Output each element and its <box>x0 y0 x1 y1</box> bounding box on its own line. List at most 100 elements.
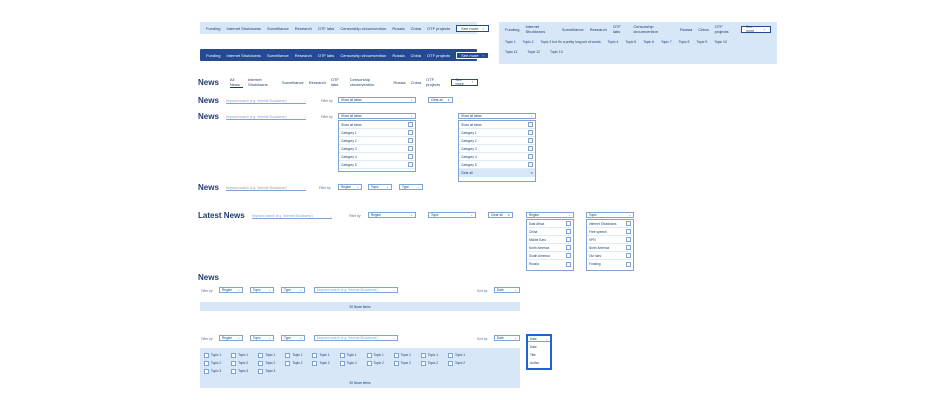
topic-checkbox[interactable]: Topic 1 <box>339 352 357 358</box>
topic-checkbox[interactable]: Topic 1 <box>258 352 275 358</box>
topic-checkbox[interactable]: Topic 2 <box>339 360 357 366</box>
clear-all-button[interactable]: Clear all ✕ <box>459 169 535 177</box>
topic-checkbox[interactable]: Topic 2 <box>204 360 221 366</box>
checkbox[interactable] <box>408 162 413 167</box>
nav-item[interactable]: OTF projects <box>427 26 450 31</box>
dropdown-option[interactable]: Category 3 <box>459 145 535 153</box>
region-select[interactable]: Region ⌄ <box>368 212 416 218</box>
nav-item[interactable]: Surveillance <box>562 27 584 32</box>
sort-select[interactable]: Date ⌄ <box>494 287 520 293</box>
checkbox[interactable] <box>204 368 209 374</box>
see-more-button[interactable]: See more › <box>450 78 478 86</box>
nav-item[interactable]: Funding <box>206 26 220 31</box>
dropdown-option[interactable]: Category 5 <box>339 161 415 169</box>
dropdown-option[interactable]: Show all ideas <box>339 121 415 129</box>
topic-item[interactable]: Topic 10 <box>714 40 727 44</box>
dropdown-option[interactable]: Category 1 <box>459 129 535 137</box>
topic-select-open[interactable]: Topic ⌄ <box>586 212 634 218</box>
nav-item[interactable]: OTF labs <box>318 53 334 58</box>
nav-item[interactable]: Research <box>309 80 326 85</box>
checkbox[interactable] <box>626 245 631 250</box>
dropdown-option[interactable]: Category 2 <box>339 137 415 145</box>
dropdown-option[interactable]: Russia <box>527 260 573 268</box>
checkbox[interactable] <box>231 368 237 374</box>
checkbox[interactable] <box>566 221 571 226</box>
nav-item[interactable]: Internet Shutdowns <box>226 26 260 31</box>
topic-item[interactable]: Topic 3 but it's a pretty long set of wo… <box>541 40 601 44</box>
sort-option[interactable]: Title <box>530 351 548 359</box>
dropdown-option[interactable]: Category 4 <box>339 153 415 161</box>
topic-checkbox[interactable]: Topic 2 <box>231 360 248 366</box>
nav-item[interactable]: Censorship circumvention <box>633 24 674 34</box>
topic-item[interactable]: Topic 13 <box>550 50 563 54</box>
nav-item[interactable]: Internet Shutdowns <box>525 24 555 34</box>
nav-item[interactable]: OTF projects <box>426 77 445 87</box>
topic-checkbox[interactable]: Topic 1 <box>204 352 221 358</box>
checkbox[interactable] <box>566 253 571 258</box>
nav-item[interactable]: China <box>698 27 708 32</box>
nav-item[interactable]: Russia <box>393 80 405 85</box>
nav-item[interactable]: Funding <box>505 27 519 32</box>
nav-item[interactable]: Research <box>295 26 312 31</box>
topic-checkbox[interactable]: Topic 2 <box>447 360 465 366</box>
tab-all-news[interactable]: All News <box>229 77 243 88</box>
search-input[interactable]: Keyword search (e.g. 'Internet Shutdowns… <box>252 213 332 219</box>
checkbox[interactable] <box>626 253 631 258</box>
topic-select[interactable]: Topic ⌄ <box>368 184 392 190</box>
topic-item[interactable]: Topic 2 <box>523 40 534 44</box>
dropdown-option[interactable]: China <box>527 228 573 236</box>
checkbox[interactable] <box>366 352 372 358</box>
checkbox[interactable] <box>566 245 571 250</box>
nav-item[interactable]: OTF labs <box>331 77 345 87</box>
checkbox[interactable] <box>393 352 399 358</box>
sort-option[interactable]: Date <box>530 343 548 351</box>
search-input[interactable]: Keyword search (e.g. 'Internet Shutdowns… <box>226 114 306 120</box>
dropdown-option[interactable]: Funding <box>587 260 633 268</box>
nav-item[interactable]: China <box>411 53 421 58</box>
checkbox[interactable] <box>285 360 291 366</box>
topic-item[interactable]: Topic 6 <box>643 40 654 44</box>
dropdown-option[interactable]: Free speech <box>587 228 633 236</box>
dropdown-option[interactable]: Category 3 <box>339 145 415 153</box>
nav-item[interactable]: Research <box>295 53 312 58</box>
dropdown-option[interactable]: Our labs <box>587 252 633 260</box>
nav-item[interactable]: Surveillance <box>267 53 289 58</box>
topic-item[interactable]: Topic 12 <box>527 50 540 54</box>
dropdown-option[interactable]: North America <box>587 244 633 252</box>
checkbox[interactable] <box>408 146 413 151</box>
checkbox[interactable] <box>566 261 571 267</box>
topic-checkbox[interactable]: Topic 3 <box>258 368 275 374</box>
checkbox[interactable] <box>528 122 533 127</box>
checkbox[interactable] <box>393 360 399 366</box>
nav-item[interactable]: Internet Shutdowns <box>226 53 260 58</box>
search-input[interactable]: Keyword search (e.g. 'Internet Shutdowns… <box>226 185 306 191</box>
dropdown-option[interactable]: Category 1 <box>339 129 415 137</box>
nav-item[interactable]: China <box>411 26 421 31</box>
checkbox[interactable] <box>626 261 631 267</box>
dropdown-option[interactable]: Internet Shutdowns <box>587 220 633 228</box>
dropdown-option[interactable]: Category 2 <box>459 137 535 145</box>
topic-checkbox[interactable]: Topic 2 <box>258 360 275 366</box>
checkbox[interactable] <box>408 122 413 127</box>
category-select[interactable]: Show all ideas ⌄ <box>338 97 416 103</box>
checkbox[interactable] <box>408 138 413 143</box>
type-select[interactable]: Type ⌄ <box>281 335 305 341</box>
category-select-open[interactable]: Show all ideas ⌄ <box>458 113 536 119</box>
topic-checkbox[interactable]: Topic 1 <box>231 352 248 358</box>
dropdown-option[interactable]: South America <box>527 252 573 260</box>
checkbox[interactable] <box>626 229 631 234</box>
nav-item[interactable]: OTF projects <box>427 53 450 58</box>
clear-all-button[interactable]: Clear all ✕ <box>428 97 453 103</box>
category-select-open[interactable]: Show all ideas ⌄ <box>338 113 416 119</box>
topic-item[interactable]: Topic 1 <box>505 40 516 44</box>
nav-item[interactable]: Censorship circumvention <box>340 26 386 31</box>
checkbox[interactable] <box>204 360 209 366</box>
topic-item[interactable]: Topic 7 <box>661 40 672 44</box>
topic-checkbox[interactable]: Topic 1 <box>393 352 411 358</box>
checkbox[interactable] <box>408 154 413 159</box>
nav-item[interactable]: OTF projects <box>715 24 735 34</box>
checkbox[interactable] <box>420 352 426 358</box>
nav-item[interactable]: Censorship circumvention <box>350 77 389 87</box>
dropdown-option[interactable]: Category 5 <box>459 161 535 169</box>
checkbox[interactable] <box>447 360 453 366</box>
